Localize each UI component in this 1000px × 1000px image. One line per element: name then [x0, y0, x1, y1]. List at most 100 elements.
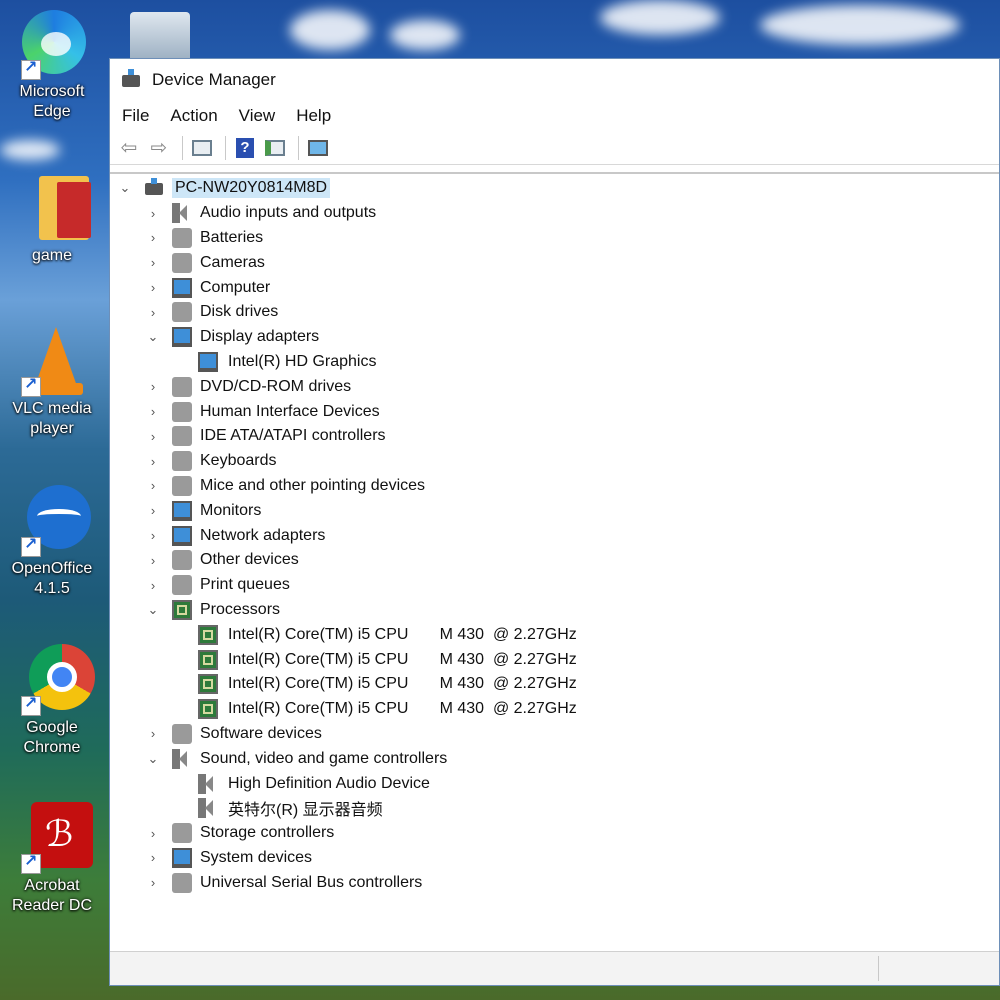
chevron-down-icon[interactable]: ⌄ [146, 751, 160, 767]
tree-category-label: Keyboards [200, 452, 277, 470]
tree-device[interactable]: Intel(R) Core(TM) i5 CPU M 430 @ 2.27GHz [110, 697, 999, 722]
chevron-right-icon[interactable]: › [146, 429, 160, 444]
processor-icon [172, 599, 192, 620]
tree-device[interactable]: Intel(R) Core(TM) i5 CPU M 430 @ 2.27GHz [110, 672, 999, 697]
chevron-right-icon[interactable]: › [146, 454, 160, 469]
tree-device-label: Intel(R) Core(TM) i5 CPU M 430 @ 2.27GHz [228, 675, 577, 693]
device-manager-window: Device Manager File Action View Help ⇦ ⇨… [109, 58, 1000, 986]
update-driver-icon[interactable] [262, 135, 288, 161]
chevron-right-icon[interactable]: › [146, 826, 160, 841]
processor-icon [198, 624, 218, 645]
tree-category-label: Storage controllers [200, 824, 335, 842]
tree-category[interactable]: › Human Interface Devices [110, 399, 999, 424]
scan-hardware-icon[interactable] [305, 135, 331, 161]
tree-category-label: Monitors [200, 501, 262, 519]
window-title: Device Manager [152, 70, 276, 89]
chevron-right-icon[interactable]: › [146, 528, 160, 543]
desktop-icon-chrome[interactable]: Google Chrome [2, 644, 102, 758]
chevron-right-icon[interactable]: › [146, 875, 160, 890]
forward-icon[interactable]: ⇨ [146, 135, 172, 161]
tree-category-label: Universal Serial Bus controllers [200, 873, 423, 891]
ide-controller-icon [172, 426, 192, 447]
usb-icon [172, 872, 192, 893]
folder-icon [17, 172, 91, 242]
desktop-icon-vlc[interactable]: VLC media player [2, 325, 102, 439]
tree-category-label: Software devices [200, 724, 322, 742]
tree-category[interactable]: › System devices [110, 846, 999, 871]
speaker-icon [198, 798, 218, 819]
keyboard-icon [172, 451, 192, 472]
tree-category-label: Processors [200, 600, 281, 618]
tree-category-label: System devices [200, 848, 313, 866]
menu-file[interactable]: File [122, 106, 149, 126]
chevron-right-icon[interactable]: › [146, 578, 160, 593]
tree-category[interactable]: › Universal Serial Bus controllers [110, 870, 999, 895]
tree-category-label: Print queues [200, 576, 290, 594]
chevron-right-icon[interactable]: › [146, 255, 160, 270]
tree-device[interactable]: Intel(R) Core(TM) i5 CPU M 430 @ 2.27GHz [110, 647, 999, 672]
tree-category[interactable]: › Monitors [110, 498, 999, 523]
tree-category[interactable]: › Disk drives [110, 300, 999, 325]
tree-device[interactable]: Intel(R) Core(TM) i5 CPU M 430 @ 2.27GHz [110, 622, 999, 647]
tree-category[interactable]: › Print queues [110, 573, 999, 598]
display-adapter-icon [198, 351, 218, 372]
tree-category[interactable]: › Software devices [110, 722, 999, 747]
desktop-icon-game[interactable]: game [2, 172, 102, 266]
menu-view[interactable]: View [239, 106, 276, 126]
chevron-right-icon[interactable]: › [146, 280, 160, 295]
device-tree: ⌄ PC-NW20Y0814M8D › Audio inputs and outp… [110, 172, 999, 951]
chevron-right-icon[interactable]: › [146, 850, 160, 865]
tree-category[interactable]: › Other devices [110, 548, 999, 573]
tree-category[interactable]: ⌄ Sound, video and game controllers [110, 746, 999, 771]
chevron-right-icon[interactable]: › [146, 230, 160, 245]
printer-icon [172, 575, 192, 596]
tree-category[interactable]: › Storage controllers [110, 821, 999, 846]
tree-category-label: Network adapters [200, 526, 326, 544]
chevron-right-icon[interactable]: › [146, 305, 160, 320]
chevron-down-icon[interactable]: ⌄ [146, 329, 160, 345]
tree-device-label: High Definition Audio Device [228, 774, 430, 792]
chevron-right-icon[interactable]: › [146, 726, 160, 741]
tree-category[interactable]: › Audio inputs and outputs [110, 201, 999, 226]
tree-category[interactable]: › Computer [110, 275, 999, 300]
menu-action[interactable]: Action [170, 106, 217, 126]
chevron-right-icon[interactable]: › [146, 379, 160, 394]
tree-category-label: Sound, video and game controllers [200, 749, 448, 767]
chevron-right-icon[interactable]: › [146, 206, 160, 221]
chevron-right-icon[interactable]: › [146, 503, 160, 518]
back-icon[interactable]: ⇦ [116, 135, 142, 161]
computer-icon [172, 277, 192, 298]
computer-root-icon [144, 178, 164, 198]
tree-device-label: Intel(R) Core(TM) i5 CPU M 430 @ 2.27GHz [228, 700, 577, 718]
help-icon[interactable]: ? [232, 135, 258, 161]
tree-device[interactable]: 英特尔(R) 显示器音频 [110, 796, 999, 821]
chevron-right-icon[interactable]: › [146, 553, 160, 568]
tree-device[interactable]: High Definition Audio Device [110, 771, 999, 796]
tree-device[interactable]: Intel(R) HD Graphics [110, 350, 999, 375]
tree-category-label: IDE ATA/ATAPI controllers [200, 427, 386, 445]
vlc-icon [17, 325, 87, 397]
tree-category[interactable]: › Cameras [110, 250, 999, 275]
desktop-icon-edge[interactable]: Microsoft Edge [2, 8, 102, 122]
chevron-right-icon[interactable]: › [146, 404, 160, 419]
recycle-bin-icon[interactable] [130, 12, 190, 58]
tree-category[interactable]: › Network adapters [110, 523, 999, 548]
chevron-down-icon[interactable]: ⌄ [146, 602, 160, 618]
tree-category[interactable]: ⌄ Display adapters [110, 325, 999, 350]
root-label: PC-NW20Y0814M8D [172, 178, 331, 199]
menu-help[interactable]: Help [296, 106, 331, 126]
tree-category[interactable]: › Mice and other pointing devices [110, 474, 999, 499]
tree-category[interactable]: ⌄ Processors [110, 598, 999, 623]
tree-category[interactable]: › Batteries [110, 226, 999, 251]
desktop-icon-acrobat[interactable]: ℬ Acrobat Reader DC [2, 802, 102, 916]
edge-icon [17, 8, 87, 80]
chevron-down-icon[interactable]: ⌄ [118, 180, 132, 196]
tree-category[interactable]: › IDE ATA/ATAPI controllers [110, 424, 999, 449]
chevron-right-icon[interactable]: › [146, 478, 160, 493]
desktop-icon-openoffice[interactable]: OpenOffice 4.1.5 [2, 485, 102, 599]
title-bar: Device Manager [110, 59, 999, 101]
properties-icon[interactable] [189, 135, 215, 161]
tree-root[interactable]: ⌄ PC-NW20Y0814M8D [110, 176, 999, 201]
tree-category[interactable]: › Keyboards [110, 449, 999, 474]
tree-category[interactable]: › DVD/CD-ROM drives [110, 374, 999, 399]
